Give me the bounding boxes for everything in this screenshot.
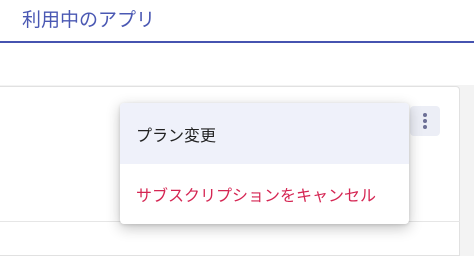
cancel-subscription-label: サブスクリプションをキャンセル xyxy=(136,186,377,205)
change-plan-menu-item[interactable]: プラン変更 xyxy=(120,103,409,164)
vertical-ellipsis-icon xyxy=(423,113,427,129)
content-area xyxy=(0,43,474,85)
more-options-button[interactable] xyxy=(410,106,440,136)
options-menu: プラン変更 サブスクリプションをキャンセル xyxy=(120,103,409,224)
page-title: 利用中のアプリ xyxy=(22,9,156,31)
cancel-subscription-menu-item[interactable]: サブスクリプションをキャンセル xyxy=(120,164,409,224)
header: 利用中のアプリ xyxy=(0,0,474,43)
change-plan-label: プラン変更 xyxy=(136,125,217,145)
